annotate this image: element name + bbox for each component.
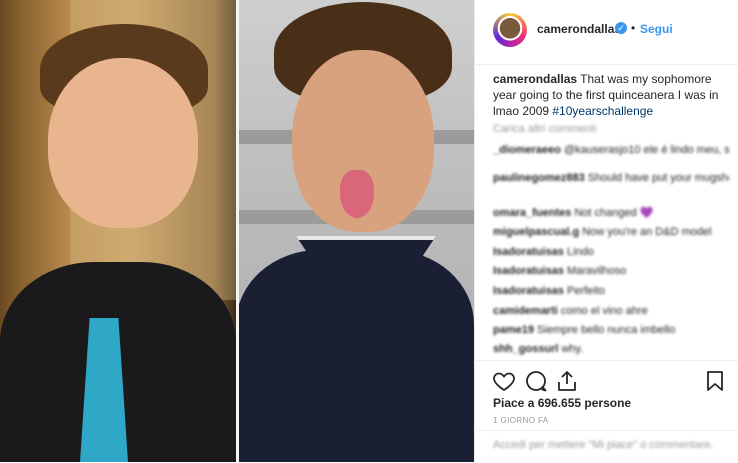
comment-text: @kauserasjo10 ele é lindo meu, sou apaix… bbox=[563, 144, 729, 156]
follow-button[interactable]: Segui bbox=[640, 22, 673, 36]
then-photo bbox=[0, 0, 236, 462]
avatar[interactable] bbox=[493, 13, 527, 47]
verified-badge-icon: ✓ bbox=[615, 22, 627, 34]
comment-user[interactable]: paulinegomez883 bbox=[493, 172, 585, 184]
comment: Isadoratuisas Perfeito bbox=[493, 284, 729, 298]
comment-user[interactable]: Isadoratuisas bbox=[493, 265, 564, 277]
comment: Isadoratuisas Lindo bbox=[493, 245, 729, 259]
comment: _diomeraeeo @kauserasjo10 ele é lindo me… bbox=[493, 143, 729, 157]
now-photo bbox=[236, 0, 474, 462]
comment-text: Maravilhoso bbox=[566, 265, 627, 277]
comment-text: Should have put your mugshot 😂 bbox=[587, 172, 729, 184]
likes-count[interactable]: Piace a 696.655 persone bbox=[493, 396, 631, 410]
tongue bbox=[340, 170, 374, 218]
caption: camerondallas That was my sophomore year… bbox=[493, 71, 729, 119]
username-link[interactable]: camerondallas bbox=[537, 22, 621, 36]
comment-text: Siempre bello nunca imbello bbox=[537, 324, 676, 336]
post-timestamp[interactable]: 1 GIORNO FA bbox=[493, 416, 549, 425]
comment-user[interactable]: Isadoratuisas bbox=[493, 285, 564, 297]
comment: miguelpascual.g Now you're an D&D model bbox=[493, 225, 729, 239]
bookmark-icon[interactable] bbox=[703, 369, 727, 393]
comment-user[interactable]: camidemarti bbox=[493, 305, 558, 317]
comment-user[interactable]: omara_fuentes bbox=[493, 207, 571, 219]
login-prompt-bar: Accedi per mettere "Mi piace" o commenta… bbox=[475, 430, 738, 463]
comment-text: como el vino ahre bbox=[560, 305, 648, 317]
separator-dot: • bbox=[631, 21, 636, 35]
comment-user[interactable]: shh_gossurl bbox=[493, 343, 558, 355]
load-more-comments[interactable]: Carica altri commenti bbox=[493, 123, 596, 135]
comment: pame19 Siempre bello nunca imbello bbox=[493, 323, 729, 337]
comment-text: Lindo bbox=[566, 246, 594, 258]
post-side-panel: camerondallas ✓ • Segui camerondallas Th… bbox=[474, 0, 738, 462]
share-icon[interactable] bbox=[555, 369, 579, 393]
comments-list[interactable]: camerondallas That was my sophomore year… bbox=[475, 64, 738, 362]
comment: omara_fuentes Not changed 💜 bbox=[493, 206, 729, 220]
comment-text: Not changed 💜 bbox=[574, 207, 654, 219]
login-prompt[interactable]: Accedi per mettere "Mi piace" o commenta… bbox=[493, 439, 714, 451]
comment-text: why. bbox=[561, 343, 584, 355]
comment: shh_gossurl why. bbox=[493, 342, 729, 356]
comment: camidemarti como el vino ahre bbox=[493, 304, 729, 318]
post-photo[interactable] bbox=[0, 0, 474, 462]
action-bar bbox=[475, 360, 738, 401]
comment-user[interactable]: miguelpascual.g bbox=[493, 226, 579, 238]
comment-icon[interactable] bbox=[524, 369, 548, 393]
comment: paulinegomez883 Should have put your mug… bbox=[493, 171, 729, 185]
photo-divider bbox=[236, 0, 239, 462]
post-header: camerondallas ✓ • Segui bbox=[475, 0, 738, 65]
hashtag-link[interactable]: #10yearschallenge bbox=[552, 104, 653, 118]
comment-text: Now you're an D&D model bbox=[582, 226, 712, 238]
heart-icon[interactable] bbox=[492, 369, 516, 393]
face bbox=[48, 58, 198, 228]
comment-text: Perfeito bbox=[566, 285, 605, 297]
comment-user[interactable]: _diomeraeeo bbox=[493, 144, 561, 156]
comment: Isadoratuisas Maravilhoso bbox=[493, 264, 729, 278]
caption-username[interactable]: camerondallas bbox=[493, 72, 577, 86]
instagram-post-view: camerondallas ✓ • Segui camerondallas Th… bbox=[0, 0, 738, 462]
comment-user[interactable]: pame19 bbox=[493, 324, 534, 336]
comment-user[interactable]: Isadoratuisas bbox=[493, 246, 564, 258]
